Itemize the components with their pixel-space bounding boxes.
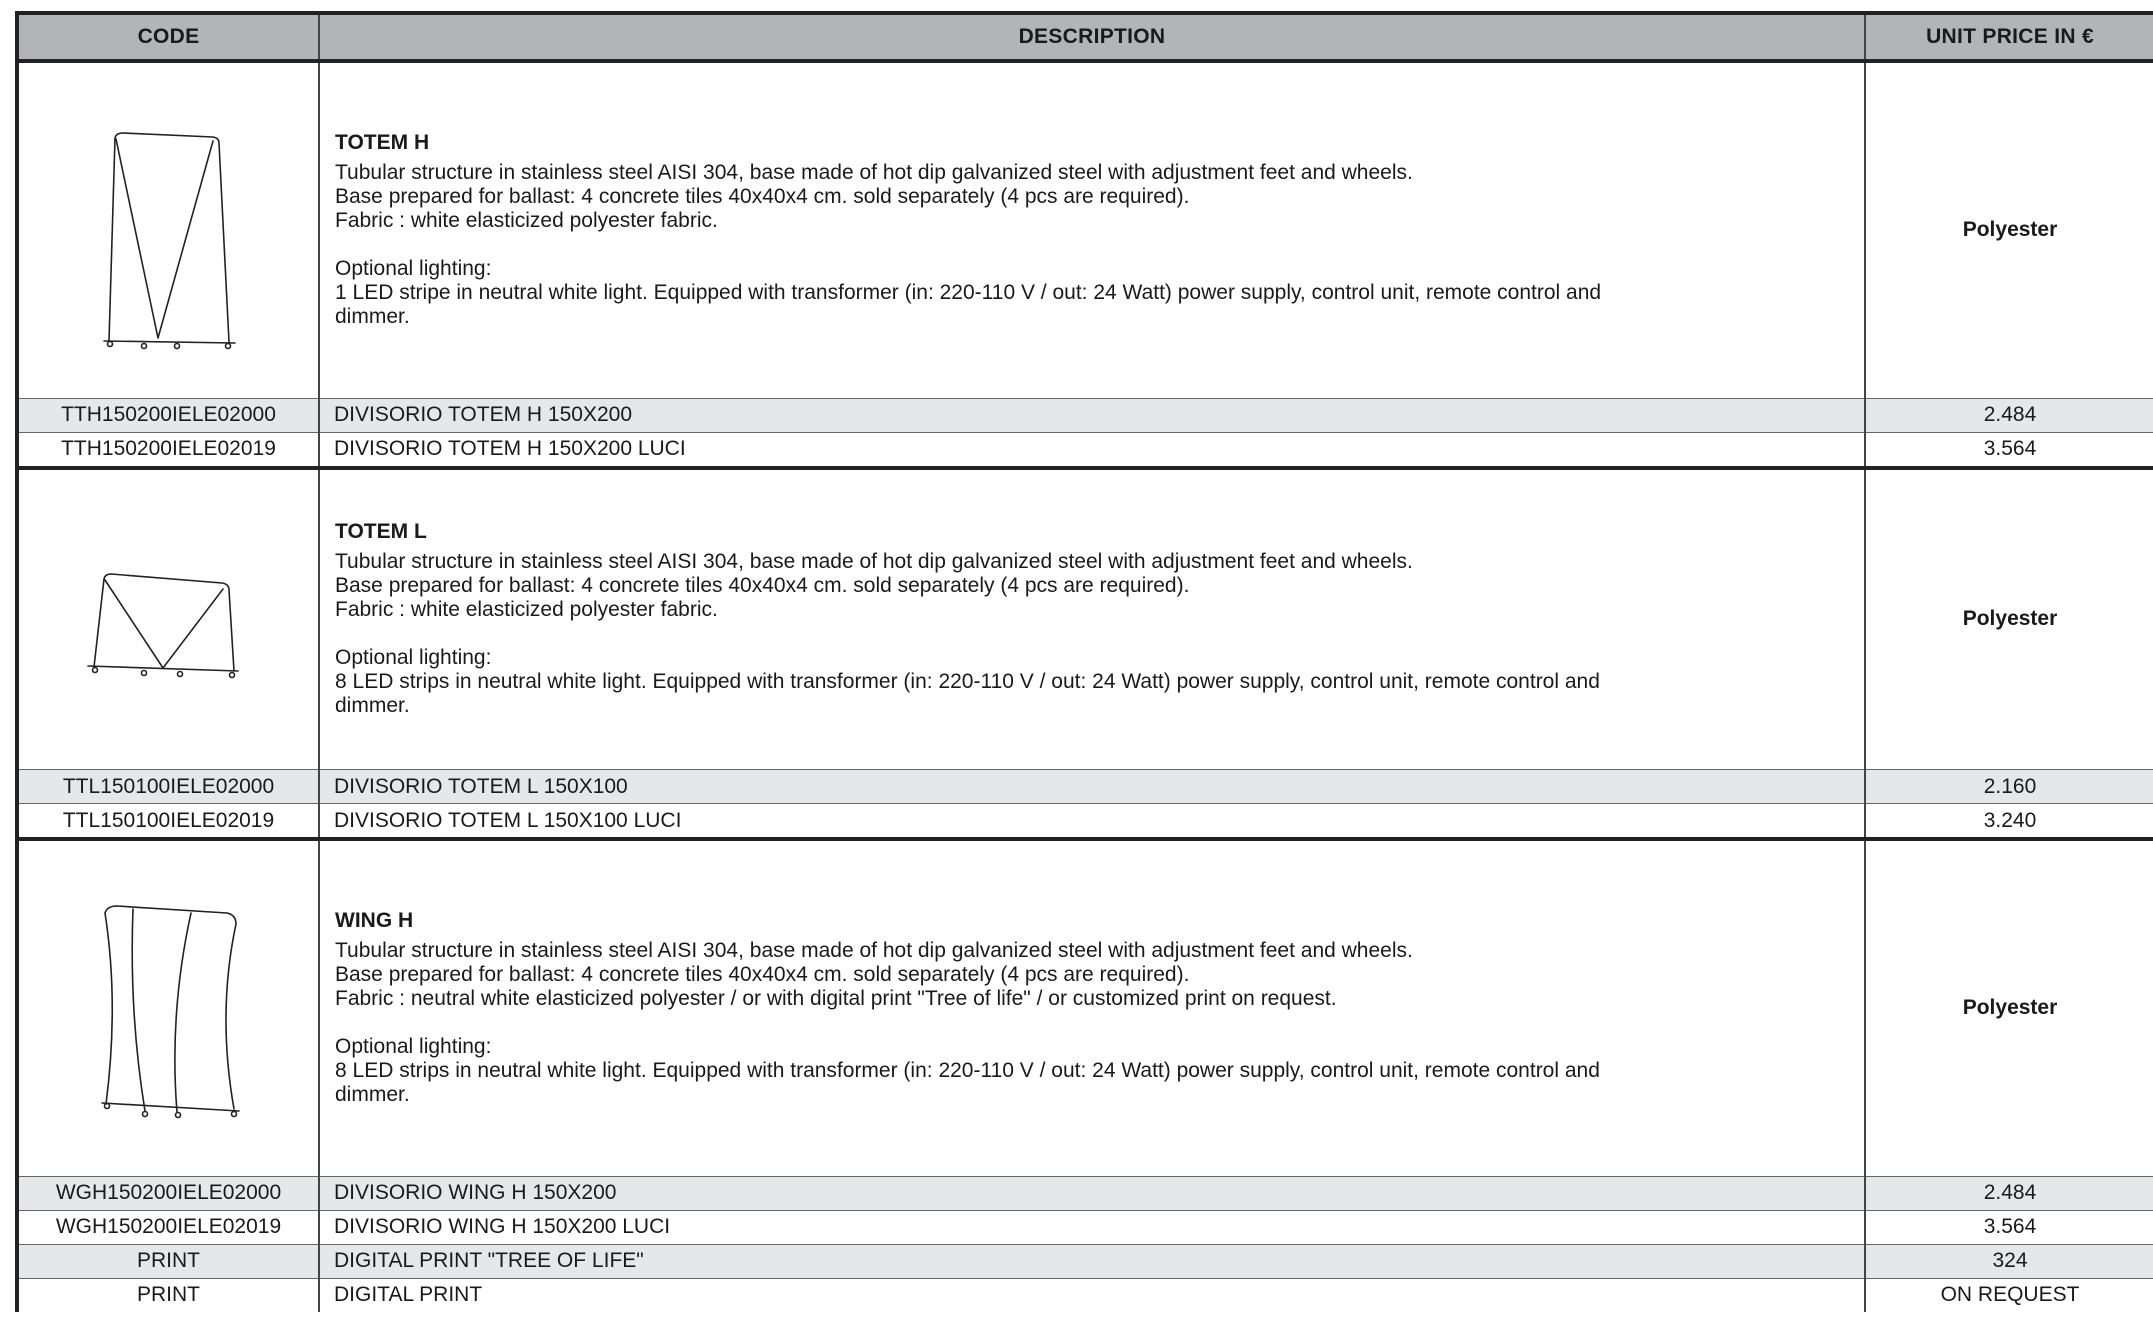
- product-image-cell: [15, 59, 320, 398]
- product-image-cell: [15, 465, 320, 770]
- description-line: Fabric : white elasticized polyester fab…: [335, 209, 718, 233]
- material-label: Polyester: [1865, 59, 2153, 398]
- item-price: 2.484: [1865, 1175, 2153, 1210]
- price-list-sheet: CODE DESCRIPTION UNIT PRICE IN € TOTEM H…: [15, 11, 2153, 1312]
- totem-h-drawing: [102, 132, 236, 350]
- product-row-wing-h: WING H Tubular structure in stainless st…: [15, 837, 2153, 1176]
- item-code: PRINT: [15, 1277, 320, 1312]
- table-row: TTH150200IELE02000 DIVISORIO TOTEM H 150…: [15, 397, 2153, 432]
- item-code: WGH150200IELE02019: [15, 1209, 320, 1244]
- item-code: TTL150100IELE02000: [15, 769, 320, 804]
- lighting-line: dimmer.: [335, 1083, 410, 1107]
- item-description: DIGITAL PRINT "TREE OF LIFE": [319, 1243, 1866, 1278]
- item-description: DIVISORIO TOTEM H 150X200: [319, 397, 1866, 432]
- item-price: 2.160: [1865, 769, 2153, 804]
- lighting-line: dimmer.: [335, 305, 410, 329]
- product-title: WING H: [335, 909, 414, 933]
- description-line: Tubular structure in stainless steel AIS…: [335, 939, 1413, 963]
- item-code: TTL150100IELE02019: [15, 803, 320, 839]
- table-row: WGH150200IELE02000 DIVISORIO WING H 150X…: [15, 1175, 2153, 1210]
- lighting-heading: Optional lighting:: [335, 646, 492, 670]
- lighting-line: dimmer.: [335, 694, 410, 718]
- description-line: Tubular structure in stainless steel AIS…: [335, 161, 1413, 185]
- lighting-heading: Optional lighting:: [335, 257, 492, 281]
- header-row: CODE DESCRIPTION UNIT PRICE IN €: [15, 11, 2153, 63]
- material-label: Polyester: [1865, 465, 2153, 770]
- lighting-line: 8 LED strips in neutral white light. Equ…: [335, 1059, 1600, 1083]
- description-line: Base prepared for ballast: 4 concrete ti…: [335, 963, 1190, 987]
- item-description: DIVISORIO TOTEM L 150X100 LUCI: [319, 803, 1866, 839]
- description-line: Fabric : white elasticized polyester fab…: [335, 598, 718, 622]
- product-title: TOTEM L: [335, 520, 427, 544]
- description-line: Tubular structure in stainless steel AIS…: [335, 550, 1413, 574]
- item-description: DIVISORIO TOTEM L 150X100: [319, 769, 1866, 804]
- lighting-line: 8 LED strips in neutral white light. Equ…: [335, 670, 1600, 694]
- table-row: TTL150100IELE02019 DIVISORIO TOTEM L 150…: [15, 803, 2153, 839]
- header-code: CODE: [15, 11, 320, 63]
- item-description: DIGITAL PRINT: [319, 1277, 1866, 1312]
- product-description-cell: TOTEM H Tubular structure in stainless s…: [319, 59, 1866, 398]
- product-description: TOTEM L Tubular structure in stainless s…: [320, 520, 1864, 718]
- wing-h-drawing: [100, 905, 240, 1119]
- description-line: Fabric : neutral white elasticized polye…: [335, 987, 1337, 1011]
- product-description-cell: TOTEM L Tubular structure in stainless s…: [319, 465, 1866, 770]
- product-description: TOTEM H Tubular structure in stainless s…: [320, 131, 1864, 329]
- item-price: 3.564: [1865, 1209, 2153, 1244]
- item-description: DIVISORIO WING H 150X200 LUCI: [319, 1209, 1866, 1244]
- item-code: WGH150200IELE02000: [15, 1175, 320, 1210]
- lighting-heading: Optional lighting:: [335, 1035, 492, 1059]
- table-row: TTH150200IELE02019 DIVISORIO TOTEM H 150…: [15, 431, 2153, 468]
- item-price: ON REQUEST: [1865, 1277, 2153, 1312]
- header-description: DESCRIPTION: [319, 11, 1866, 63]
- totem-l-drawing: [86, 573, 239, 679]
- product-description-cell: WING H Tubular structure in stainless st…: [319, 837, 1866, 1176]
- material-label: Polyester: [1865, 837, 2153, 1176]
- header-unit-price: UNIT PRICE IN €: [1865, 11, 2153, 63]
- item-price: 3.564: [1865, 431, 2153, 468]
- item-code: TTH150200IELE02000: [15, 397, 320, 432]
- table-row: TTL150100IELE02000 DIVISORIO TOTEM L 150…: [15, 769, 2153, 804]
- product-description: WING H Tubular structure in stainless st…: [320, 909, 1864, 1107]
- product-title: TOTEM H: [335, 131, 430, 155]
- item-price: 3.240: [1865, 803, 2153, 839]
- item-code: PRINT: [15, 1243, 320, 1278]
- item-description: DIVISORIO WING H 150X200: [319, 1175, 1866, 1210]
- item-description: DIVISORIO TOTEM H 150X200 LUCI: [319, 431, 1866, 468]
- product-image-cell: [15, 837, 320, 1176]
- table-row: PRINT DIGITAL PRINT "TREE OF LIFE" 324: [15, 1243, 2153, 1278]
- item-code: TTH150200IELE02019: [15, 431, 320, 468]
- item-price: 2.484: [1865, 397, 2153, 432]
- description-line: Base prepared for ballast: 4 concrete ti…: [335, 574, 1190, 598]
- description-line: Base prepared for ballast: 4 concrete ti…: [335, 185, 1190, 209]
- table-row: PRINT DIGITAL PRINT ON REQUEST: [15, 1277, 2153, 1312]
- table-row: WGH150200IELE02019 DIVISORIO WING H 150X…: [15, 1209, 2153, 1244]
- price-table: CODE DESCRIPTION UNIT PRICE IN € TOTEM H…: [15, 11, 2153, 1312]
- item-price: 324: [1865, 1243, 2153, 1278]
- lighting-line: 1 LED stripe in neutral white light. Equ…: [335, 281, 1602, 305]
- product-row-totem-h: TOTEM H Tubular structure in stainless s…: [15, 59, 2153, 398]
- product-row-totem-l: TOTEM L Tubular structure in stainless s…: [15, 465, 2153, 770]
